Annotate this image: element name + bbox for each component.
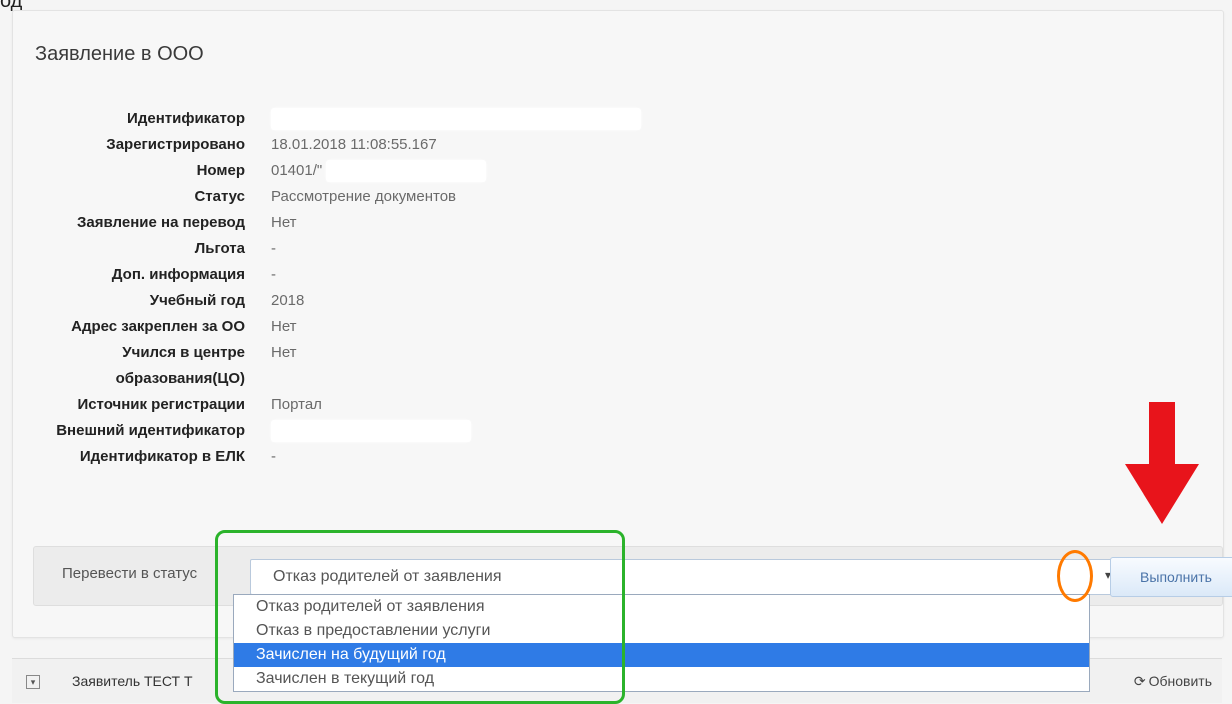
dropdown-option[interactable]: Отказ родителей от заявления xyxy=(234,595,1089,619)
prop-value: 01401/" xyxy=(271,158,487,184)
prop-row: Зарегистрировано 18.01.2018 11:08:55.167 xyxy=(13,132,713,158)
prop-value: Рассмотрение документов xyxy=(271,188,457,205)
prop-label: Адрес закреплен за ОО xyxy=(71,318,245,335)
number-value: 01401/" xyxy=(271,162,323,179)
prop-row: Льгота - xyxy=(13,236,713,262)
status-select[interactable]: Отказ родителей от заявления ▾ xyxy=(250,559,1122,595)
prop-label: Идентификатор xyxy=(127,110,245,127)
prop-label: Номер xyxy=(196,162,245,179)
status-change-label: Перевести в статус xyxy=(62,565,198,582)
status-dropdown-list: Отказ родителей от заявления Отказ в пре… xyxy=(233,594,1090,692)
redacted-area xyxy=(326,160,487,183)
prop-row: Учился в центре образования(ЦО) Нет xyxy=(13,340,713,392)
dropdown-option-highlighted[interactable]: Зачислен на будущий год xyxy=(234,643,1089,667)
prop-value xyxy=(271,106,641,132)
prop-label: Статус xyxy=(194,188,245,205)
prop-value: Нет xyxy=(271,214,297,231)
prop-label: Льгота xyxy=(194,240,245,257)
expand-toggle-icon[interactable]: ▾ xyxy=(26,675,40,689)
refresh-label: Обновить xyxy=(1148,673,1212,689)
prop-value: 18.01.2018 11:08:55.167 xyxy=(271,136,437,153)
prop-value: Нет xyxy=(271,318,297,335)
prop-row: Учебный год 2018 xyxy=(13,288,713,314)
redacted-area xyxy=(271,420,471,443)
properties-list: Идентификатор Зарегистрировано 18.01.201… xyxy=(13,106,713,470)
refresh-button[interactable]: ⟳ Обновить xyxy=(1134,673,1212,690)
prop-value: - xyxy=(271,240,276,257)
prop-row: Доп. информация - xyxy=(13,262,713,288)
refresh-icon: ⟳ xyxy=(1133,673,1146,689)
prop-label: Внешний идентификатор xyxy=(56,422,245,439)
dropdown-option[interactable]: Отказ в предоставлении услуги xyxy=(234,619,1089,643)
prop-value: Нет xyxy=(271,344,297,361)
prop-row: Заявление на перевод Нет xyxy=(13,210,713,236)
prop-row: Источник регистрации Портал xyxy=(13,392,713,418)
prop-value: Портал xyxy=(271,396,322,413)
execute-button[interactable]: Выполнить xyxy=(1110,557,1232,597)
prop-row: Идентификатор xyxy=(13,106,713,132)
prop-label: Учился в центре образования(ЦО) xyxy=(115,344,245,387)
prop-value: 2018 xyxy=(271,292,305,309)
red-arrow-icon xyxy=(1125,402,1199,524)
application-card: Заявление в ООО Идентификатор Зарегистри… xyxy=(12,10,1232,638)
prop-label: Доп. информация xyxy=(111,266,245,283)
prop-label: Источник регистрации xyxy=(77,396,245,413)
prop-label: Зарегистрировано xyxy=(106,136,245,153)
prop-row: Идентификатор в ЕЛК - xyxy=(13,444,713,470)
prop-row: Номер 01401/" xyxy=(13,158,713,184)
dropdown-option[interactable]: Зачислен в текущий год xyxy=(234,667,1089,691)
prop-row: Статус Рассмотрение документов xyxy=(13,184,713,210)
prop-row: Адрес закреплен за ОО Нет xyxy=(13,314,713,340)
applicant-label[interactable]: Заявитель ТЕСТ Т xyxy=(72,673,193,689)
prop-value: - xyxy=(271,448,276,465)
prop-label: Учебный год xyxy=(149,292,245,309)
prop-value: - xyxy=(271,266,276,283)
prop-value xyxy=(271,418,471,444)
status-select-value: Отказ родителей от заявления xyxy=(273,568,502,585)
prop-label: Идентификатор в ЕЛК xyxy=(79,448,245,465)
page-title: Заявление в ООО xyxy=(35,43,204,65)
prop-row: Внешний идентификатор xyxy=(13,418,713,444)
prop-label: Заявление на перевод xyxy=(77,214,245,231)
redacted-area xyxy=(271,108,641,131)
